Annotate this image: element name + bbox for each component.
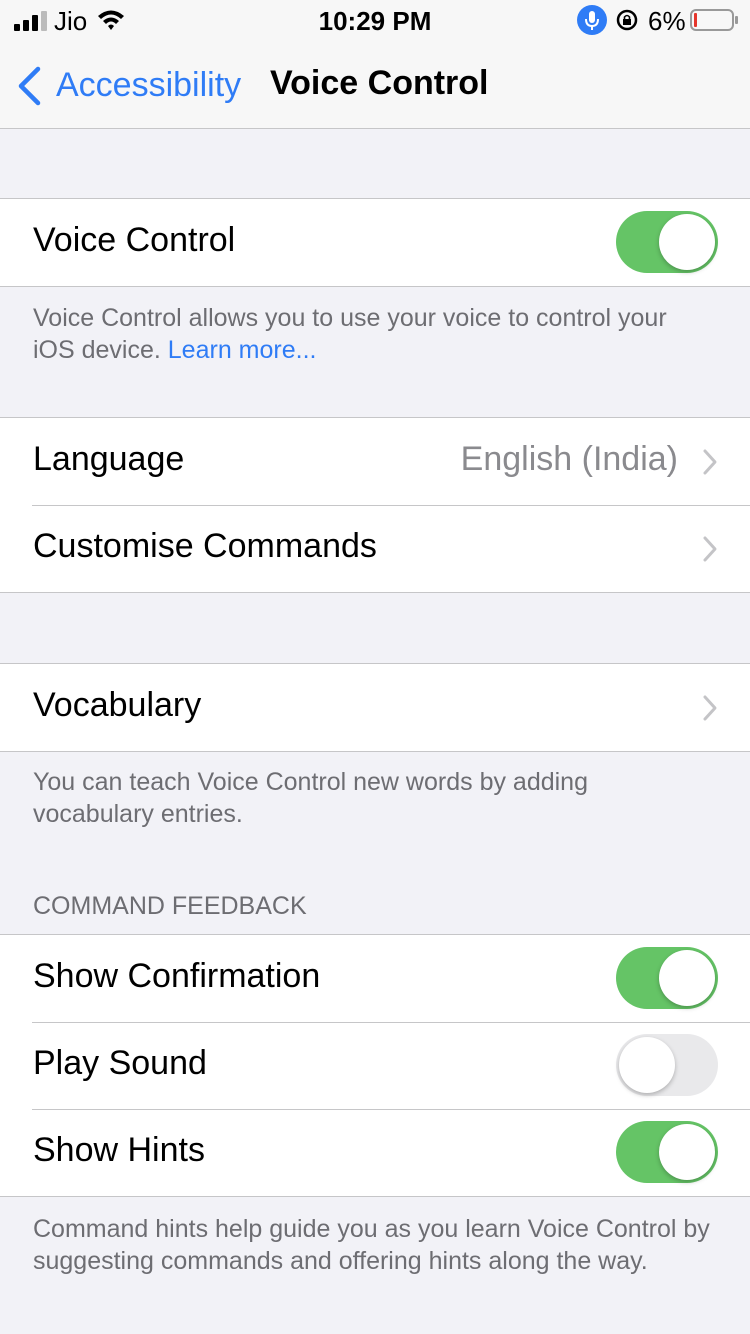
show-hints-row: Show Hints (0, 1109, 750, 1196)
play-sound-toggle[interactable] (616, 1034, 718, 1096)
chevron-right-icon (703, 536, 717, 562)
vocabulary-row[interactable]: Vocabulary (0, 664, 750, 751)
voice-control-label: Voice Control (33, 221, 236, 259)
navigation-bar: Accessibility Voice Control (0, 42, 750, 129)
learn-more-link[interactable]: Learn more... (168, 336, 317, 364)
voice-control-footnote-text: Voice Control allows you to use your voi… (33, 304, 667, 364)
play-sound-row: Play Sound (0, 1022, 750, 1109)
show-confirmation-row: Show Confirmation (0, 935, 750, 1022)
customise-commands-row[interactable]: Customise Commands (0, 505, 750, 592)
toggle-knob (659, 1124, 715, 1180)
vocabulary-label: Vocabulary (33, 686, 202, 724)
toggle-knob (619, 1037, 675, 1093)
command-hints-footnote: Command hints help guide you as you lear… (33, 1215, 710, 1275)
status-bar: Jio 10:29 PM 6% (0, 0, 750, 42)
microphone-icon (577, 5, 607, 35)
vocabulary-group: Vocabulary (0, 663, 750, 752)
toggle-knob (659, 950, 715, 1006)
vocabulary-footnote: You can teach Voice Control new words by… (33, 768, 588, 828)
show-hints-label: Show Hints (33, 1131, 205, 1169)
battery-percentage: 6% (648, 6, 686, 36)
command-feedback-header: COMMAND FEEDBACK (33, 892, 307, 920)
rotation-lock-icon (616, 9, 638, 31)
chevron-left-icon (18, 66, 41, 106)
voice-control-footnote: Voice Control allows you to use your voi… (33, 302, 713, 366)
play-sound-label: Play Sound (33, 1044, 207, 1082)
language-value: English (India) (460, 440, 678, 478)
voice-control-row: Voice Control (0, 199, 750, 286)
toggle-knob (659, 214, 715, 270)
voice-control-toggle[interactable] (616, 211, 718, 273)
page-title: Voice Control (270, 64, 489, 102)
battery-icon (690, 9, 738, 31)
customise-commands-label: Customise Commands (33, 527, 377, 565)
command-feedback-group: Show Confirmation Play Sound Show Hints (0, 934, 750, 1197)
chevron-right-icon (703, 695, 717, 721)
language-label: Language (33, 440, 185, 478)
show-confirmation-toggle[interactable] (616, 947, 718, 1009)
chevron-right-icon (703, 449, 717, 475)
back-button[interactable]: Accessibility (16, 64, 246, 108)
back-button-label: Accessibility (56, 66, 242, 104)
show-hints-toggle[interactable] (616, 1121, 718, 1183)
show-confirmation-label: Show Confirmation (33, 957, 321, 995)
language-group: Language English (India) Customise Comma… (0, 417, 750, 593)
language-row[interactable]: Language English (India) (0, 418, 750, 505)
voice-control-group: Voice Control (0, 198, 750, 287)
